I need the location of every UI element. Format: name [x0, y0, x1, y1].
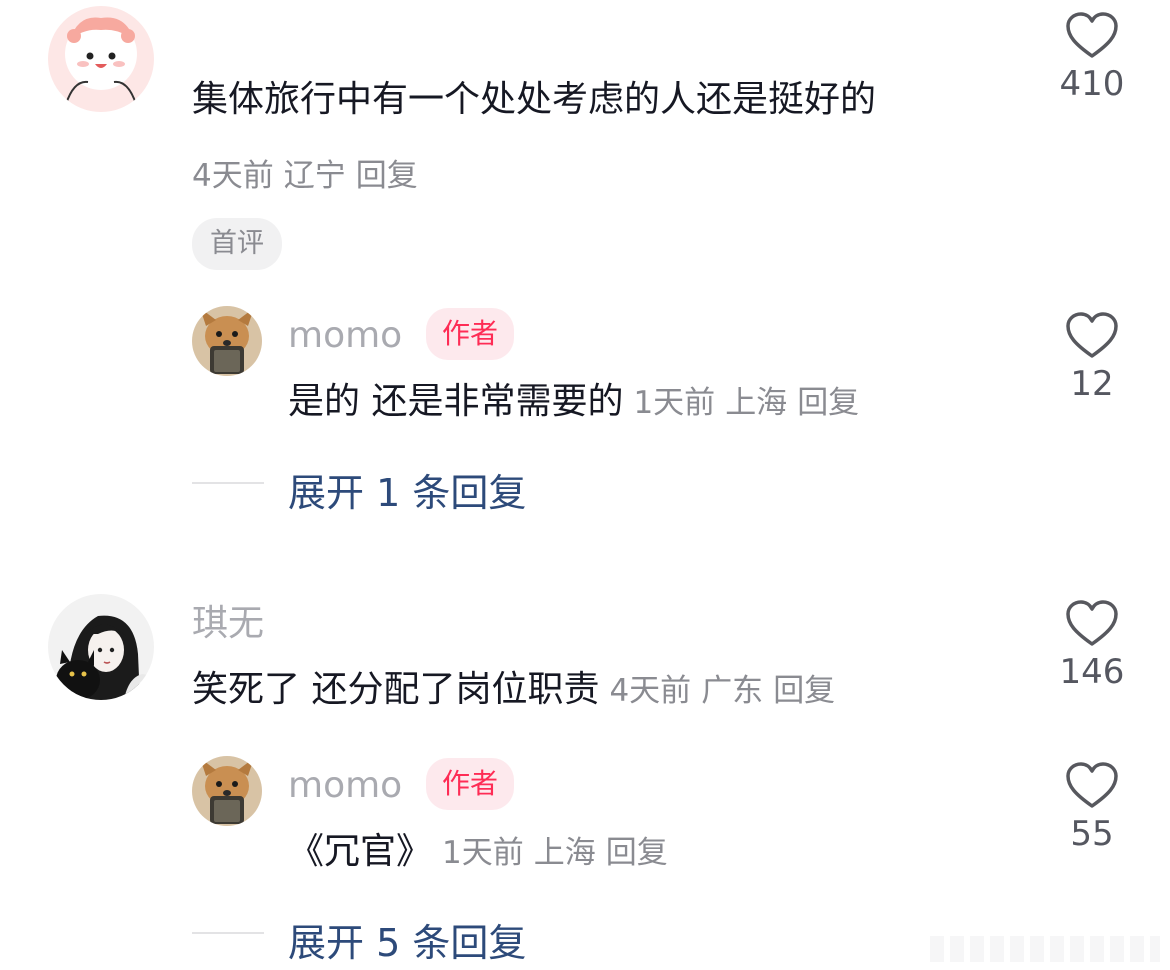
- username[interactable]: 琪无: [192, 602, 264, 646]
- reply-text: 《冗官》: [288, 831, 433, 872]
- comment-location: 广东: [701, 673, 764, 709]
- heart-icon: [1066, 12, 1118, 58]
- avatar[interactable]: [192, 306, 262, 376]
- comment-text: 笑死了 还分配了岗位职责: [192, 669, 600, 710]
- reply-time: 1天前: [442, 835, 524, 871]
- expand-replies-button[interactable]: 展开 1 条回复: [288, 462, 526, 517]
- like-button[interactable]: 146: [1052, 600, 1132, 692]
- like-count: 12: [1070, 364, 1114, 404]
- dog-avatar-icon: [192, 306, 262, 376]
- dog-avatar-icon: [192, 756, 262, 826]
- like-count: 410: [1059, 64, 1125, 104]
- watermark: [930, 936, 1160, 962]
- reply-text: 是的 还是非常需要的: [288, 381, 624, 422]
- reply-button[interactable]: 回复: [773, 673, 835, 709]
- avatar[interactable]: [48, 594, 154, 700]
- reply-content: 《冗官》 1天前 上海 回复: [288, 830, 668, 875]
- comment-content: 笑死了 还分配了岗位职责 4天前 广东 回复: [192, 668, 835, 713]
- reply-location: 上海: [533, 835, 596, 871]
- reply-button[interactable]: 回复: [797, 385, 859, 421]
- comment-location: 辽宁: [283, 158, 346, 194]
- comment-meta: 4天前 辽宁 回复: [192, 150, 418, 195]
- expand-replies-button[interactable]: 展开 5 条回复: [288, 912, 526, 967]
- comment-text: 集体旅行中有一个处处考虑的人还是挺好的: [192, 79, 877, 120]
- avatar[interactable]: [48, 6, 154, 112]
- reply-button[interactable]: 回复: [356, 158, 418, 194]
- reply-time: 1天前: [633, 385, 716, 421]
- comment-time: 4天前: [609, 673, 692, 709]
- avatar[interactable]: [192, 756, 262, 826]
- username[interactable]: momo: [288, 764, 402, 808]
- like-button[interactable]: 410: [1052, 12, 1132, 104]
- anime-avatar-icon: [48, 594, 154, 700]
- reply-content: 是的 还是非常需要的 1天前 上海 回复: [288, 380, 859, 425]
- like-button[interactable]: 55: [1052, 762, 1132, 854]
- author-badge: 作者: [426, 758, 515, 810]
- reply-location: 上海: [725, 385, 788, 421]
- cartoon-avatar-icon: [48, 6, 154, 112]
- divider: [192, 482, 264, 484]
- like-count: 146: [1059, 652, 1125, 692]
- like-count: 55: [1070, 814, 1114, 854]
- heart-icon: [1066, 762, 1118, 808]
- reply-button[interactable]: 回复: [606, 835, 668, 871]
- heart-icon: [1066, 600, 1118, 646]
- divider: [192, 932, 264, 934]
- author-badge: 作者: [426, 308, 515, 360]
- first-comment-tag: 首评: [192, 218, 282, 270]
- username[interactable]: momo: [288, 314, 402, 358]
- comment-list: 集体旅行中有一个处处考虑的人还是挺好的 4天前 辽宁 回复 首评 410 momo …: [0, 0, 1170, 970]
- like-button[interactable]: 12: [1052, 312, 1132, 404]
- heart-icon: [1066, 312, 1118, 358]
- comment-time: 4天前: [192, 158, 274, 194]
